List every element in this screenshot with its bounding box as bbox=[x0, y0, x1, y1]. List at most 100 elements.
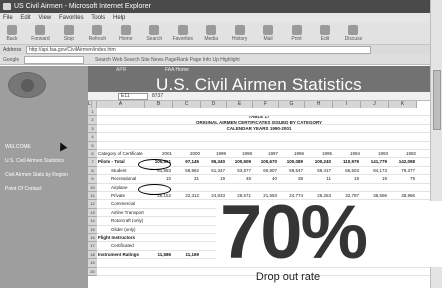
history-button[interactable]: History bbox=[228, 23, 252, 45]
row-header[interactable]: 11 bbox=[88, 192, 97, 201]
row-header[interactable]: 8 bbox=[88, 166, 97, 176]
row-label-cell[interactable]: Certificated bbox=[111, 242, 144, 249]
nav-item-welcome[interactable]: WELCOME bbox=[5, 144, 31, 150]
menu-view[interactable]: View bbox=[35, 13, 54, 23]
table-header-cell[interactable]: 1998 bbox=[228, 150, 252, 157]
column-header[interactable]: J bbox=[361, 101, 389, 108]
table-cell[interactable]: 100,509 bbox=[228, 158, 251, 165]
row-header[interactable]: 5 bbox=[88, 141, 97, 150]
table-cell[interactable]: 142,098 bbox=[390, 158, 415, 165]
table-cell[interactable]: 84,173 bbox=[362, 167, 387, 174]
row-label-cell[interactable]: Flight Instructors bbox=[98, 234, 144, 241]
column-header[interactable]: K bbox=[389, 101, 417, 108]
table-cell[interactable]: 100,670 bbox=[254, 158, 277, 165]
row-header[interactable]: 19 bbox=[88, 259, 97, 268]
table-cell[interactable]: 18 bbox=[334, 175, 359, 182]
row-header[interactable]: 16 bbox=[88, 234, 97, 243]
table-cell[interactable]: 11,169 bbox=[174, 251, 199, 258]
menu-tools[interactable]: Tools bbox=[88, 13, 108, 23]
table-cell[interactable]: 110,979 bbox=[334, 158, 359, 165]
edit-button[interactable]: Edit bbox=[313, 23, 337, 45]
search-button[interactable]: Search bbox=[142, 23, 166, 45]
row-header[interactable]: 14 bbox=[88, 217, 97, 226]
row-label-cell[interactable]: Glider (only) bbox=[111, 226, 144, 233]
row-header[interactable]: 9 bbox=[88, 175, 97, 184]
column-header[interactable]: G bbox=[279, 101, 305, 108]
table-header-cell[interactable]: 1995 bbox=[306, 150, 332, 157]
table-cell[interactable]: 141,779 bbox=[362, 158, 387, 165]
row-header[interactable]: 6 bbox=[88, 150, 97, 159]
tab-apr[interactable]: APR bbox=[116, 67, 126, 73]
row-header[interactable]: 1 bbox=[88, 108, 97, 117]
formula-value[interactable]: 8737 bbox=[152, 92, 163, 101]
menu-file[interactable]: File bbox=[0, 13, 16, 23]
table-header-cell[interactable]: 2001 bbox=[146, 150, 172, 157]
row-header[interactable]: 3 bbox=[88, 124, 97, 134]
print-button[interactable]: Print bbox=[285, 23, 309, 45]
column-header[interactable]: C bbox=[173, 101, 201, 108]
table-header-cell[interactable]: 1993 bbox=[362, 150, 388, 157]
row-header[interactable]: 2 bbox=[88, 116, 97, 125]
table-cell[interactable]: 100,240 bbox=[306, 158, 331, 165]
row-label-cell[interactable]: Recreational bbox=[111, 175, 144, 182]
column-header[interactable]: B bbox=[145, 101, 173, 108]
column-header[interactable]: D bbox=[201, 101, 227, 108]
row-label-cell[interactable]: Commercial bbox=[111, 200, 144, 207]
table-cell[interactable]: 59,547 bbox=[280, 167, 303, 174]
table-cell[interactable]: 11,586 bbox=[146, 251, 171, 258]
row-label-cell[interactable]: Instrument Ratings bbox=[98, 251, 144, 258]
row-header[interactable]: 17 bbox=[88, 242, 97, 251]
table-header-cell[interactable]: 1994 bbox=[334, 150, 360, 157]
back-button[interactable]: Back bbox=[0, 23, 24, 45]
menu-edit[interactable]: Edit bbox=[17, 13, 33, 23]
table-cell[interactable]: 38,966 bbox=[390, 192, 415, 199]
table-cell[interactable]: 79 bbox=[390, 175, 415, 182]
table-cell[interactable]: 79,377 bbox=[390, 167, 415, 174]
forward-button[interactable]: Forward bbox=[28, 23, 52, 45]
table-cell[interactable]: 97,145 bbox=[174, 158, 199, 165]
table-cell[interactable]: 53,577 bbox=[228, 167, 251, 174]
table-header-cell[interactable]: 2000 bbox=[174, 150, 200, 157]
scrollbar-thumb[interactable] bbox=[433, 70, 441, 130]
google-search-input[interactable] bbox=[24, 56, 84, 64]
row-header[interactable]: 18 bbox=[88, 250, 97, 260]
home-button[interactable]: Home bbox=[114, 23, 138, 45]
row-label-cell[interactable]: Student bbox=[111, 167, 144, 174]
row-label-cell[interactable]: Airline Transport bbox=[111, 209, 144, 216]
table-cell[interactable]: 38 bbox=[280, 175, 303, 182]
table-header-cell[interactable]: 1997 bbox=[254, 150, 278, 157]
row-header[interactable]: 10 bbox=[88, 183, 97, 192]
mail-button[interactable]: Mail bbox=[256, 23, 280, 45]
cell-reference-box[interactable]: E11 bbox=[118, 93, 148, 100]
google-tools[interactable]: Search Web Search Site News PageRank Pag… bbox=[95, 55, 240, 65]
nav-item-stats-by-region[interactable]: Civil Airmen Stats by Region bbox=[5, 172, 68, 178]
discuss-button[interactable]: Discuss bbox=[341, 23, 365, 45]
table-cell[interactable]: 40 bbox=[254, 175, 277, 182]
row-header[interactable]: 20 bbox=[88, 267, 97, 276]
table-cell[interactable]: 66,503 bbox=[334, 167, 359, 174]
row-header[interactable]: 15 bbox=[88, 225, 97, 234]
nav-item-civil-airmen-stats[interactable]: U.S. Civil Airmen Statistics bbox=[5, 158, 64, 164]
column-header[interactable]: H bbox=[305, 101, 333, 108]
row-header[interactable]: 13 bbox=[88, 208, 97, 218]
table-cell[interactable]: 19 bbox=[362, 175, 387, 182]
table-cell[interactable]: 31 bbox=[174, 175, 199, 182]
row-header[interactable]: 4 bbox=[88, 133, 97, 142]
nav-item-point-of-contact[interactable]: Point Of Contact bbox=[5, 186, 42, 192]
row-header[interactable]: 7 bbox=[88, 158, 97, 167]
table-cell[interactable]: 59,417 bbox=[306, 167, 331, 174]
table-cell[interactable]: 95,340 bbox=[202, 158, 225, 165]
column-header[interactable]: F bbox=[253, 101, 279, 108]
row-label-cell[interactable]: Rotorcraft (only) bbox=[111, 217, 144, 224]
table-header-cell[interactable]: Category of Certificate bbox=[98, 150, 144, 157]
table-header-cell[interactable]: 1999 bbox=[202, 150, 226, 157]
table-header-cell[interactable]: 1996 bbox=[280, 150, 304, 157]
address-input[interactable]: http://api.faa.gov/CivilAirmen/index.htm bbox=[26, 46, 371, 54]
menu-favorites[interactable]: Favorites bbox=[56, 13, 87, 23]
refresh-button[interactable]: Refresh bbox=[85, 23, 109, 45]
table-cell[interactable]: 51,347 bbox=[202, 167, 225, 174]
stop-button[interactable]: Stop bbox=[57, 23, 81, 45]
column-header[interactable]: L bbox=[88, 101, 92, 108]
menu-help[interactable]: Help bbox=[110, 13, 128, 23]
table-cell[interactable]: 11 bbox=[306, 175, 331, 182]
